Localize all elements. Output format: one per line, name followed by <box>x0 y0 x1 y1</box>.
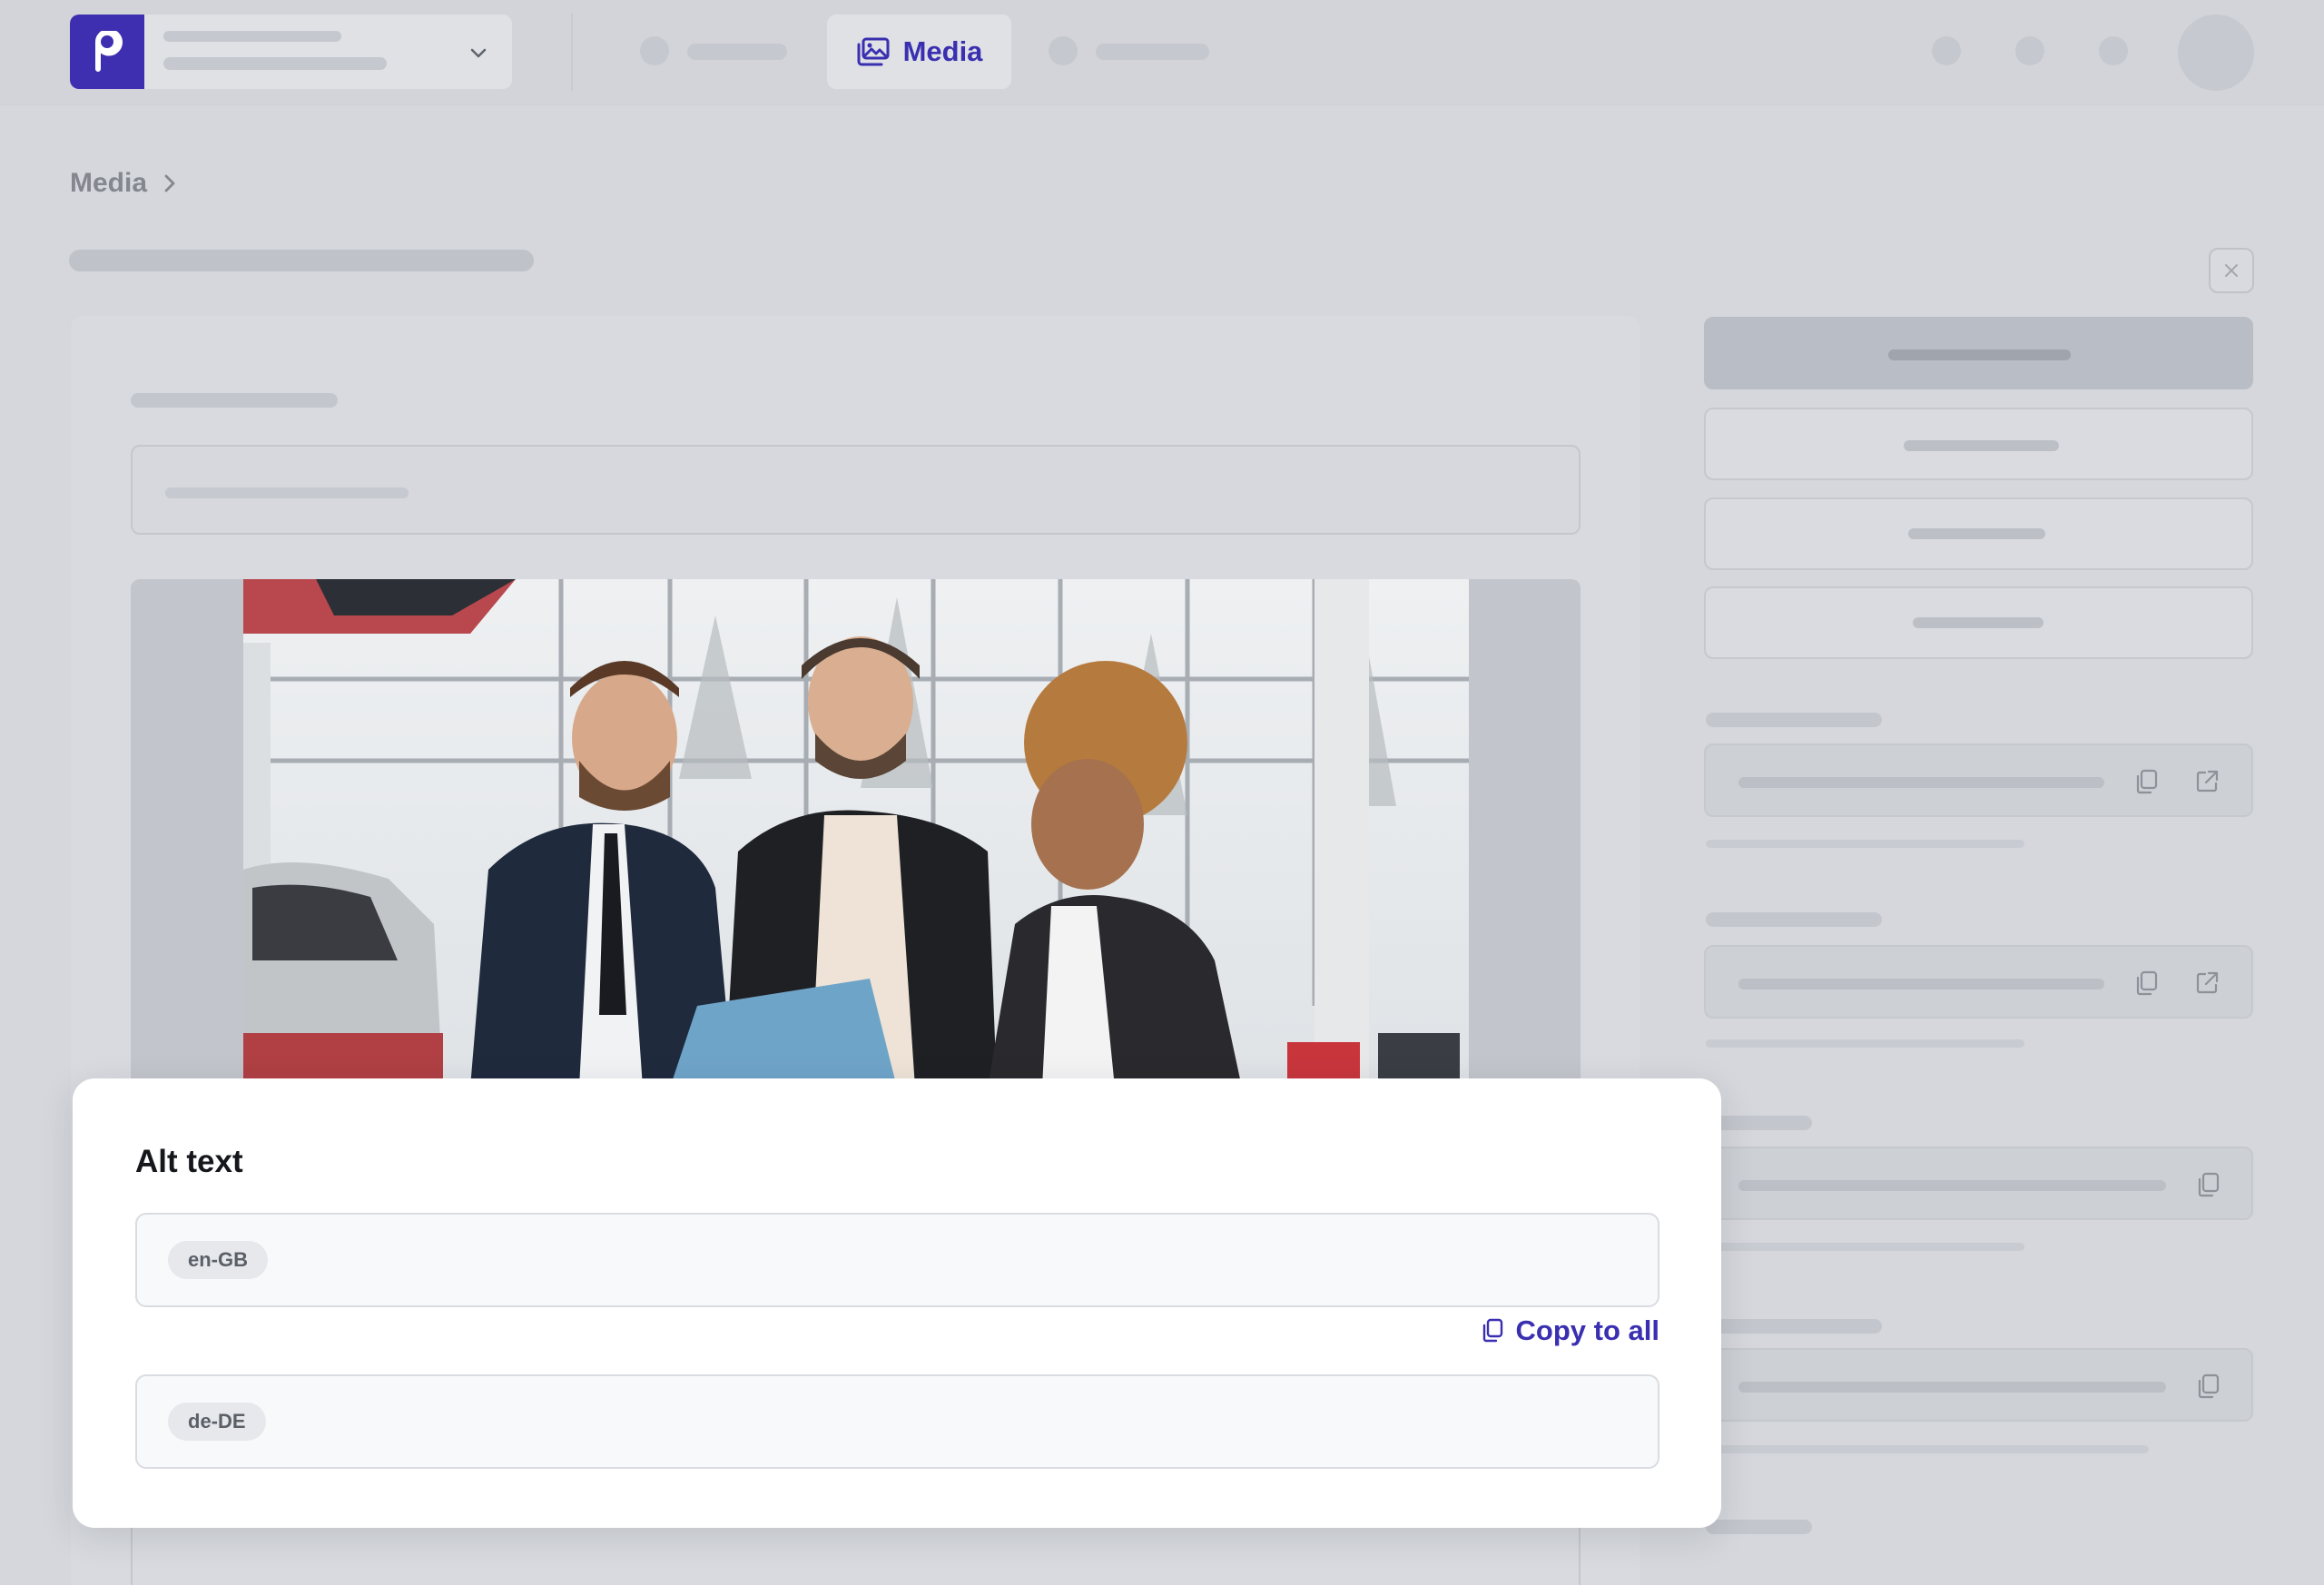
locale-badge-de-de: de-DE <box>168 1403 266 1441</box>
nav-item-1-label-placeholder[interactable] <box>687 44 787 60</box>
primary-action-button[interactable] <box>1704 317 2253 389</box>
brand-logo-icon <box>95 31 123 72</box>
field-4-label-placeholder <box>1706 1319 1882 1334</box>
locale-badge-en-gb: en-GB <box>168 1241 268 1279</box>
nav-item-media[interactable]: Media <box>827 15 1011 89</box>
nav-item-1-icon[interactable] <box>640 36 669 65</box>
primary-action-label-placeholder <box>1888 349 2071 360</box>
action-button-3-label-placeholder <box>1908 528 2045 539</box>
url-field-1-label-placeholder <box>1706 713 1882 727</box>
workspace-subtitle-placeholder <box>163 57 387 70</box>
action-button-2-label-placeholder <box>1904 440 2059 451</box>
copy-icon[interactable] <box>2132 767 2162 796</box>
field-3[interactable] <box>1704 1147 2253 1220</box>
copy-icon <box>1482 1318 1502 1343</box>
action-button-3[interactable] <box>1704 497 2253 570</box>
page-title-placeholder <box>69 250 534 271</box>
modal-title: Alt text <box>135 1144 243 1179</box>
url-field-2-help-placeholder <box>1706 1039 2024 1048</box>
chevron-down-icon <box>470 48 487 58</box>
close-icon <box>2225 264 2238 277</box>
action-button-4[interactable] <box>1704 586 2253 659</box>
workspace-switcher[interactable] <box>70 15 512 89</box>
url-field-2-label-placeholder <box>1706 912 1882 927</box>
workspace-name-placeholder <box>163 31 341 42</box>
url-field-1-help-placeholder <box>1706 840 2024 848</box>
nav-item-3-icon[interactable] <box>1049 36 1078 65</box>
field-4-help-placeholder <box>1706 1445 2149 1453</box>
settings-icon[interactable] <box>2099 36 2128 65</box>
copy-to-all-button[interactable]: Copy to all <box>1480 1313 1659 1349</box>
action-button-2[interactable] <box>1704 408 2253 480</box>
alt-text-input-de-de[interactable]: de-DE <box>135 1374 1659 1469</box>
filename-value-placeholder <box>165 487 409 498</box>
help-icon[interactable] <box>1932 36 1961 65</box>
alt-text-modal: Alt text en-GB Copy to all de-DE <box>73 1078 1721 1528</box>
copy-icon[interactable] <box>2194 1372 2223 1401</box>
media-preview <box>131 579 1581 1088</box>
brand-logo <box>70 15 144 89</box>
breadcrumb-item-media[interactable]: Media <box>70 168 147 199</box>
field-3-value-placeholder <box>1738 1180 2166 1191</box>
url-field-1-value-placeholder <box>1738 777 2104 788</box>
action-button-4-label-placeholder <box>1913 617 2043 628</box>
chevron-right-icon <box>164 174 175 192</box>
close-button[interactable] <box>2209 248 2254 293</box>
copy-icon[interactable] <box>2194 1170 2223 1199</box>
external-link-icon[interactable] <box>2192 767 2221 796</box>
top-navigation-bar: Media <box>0 0 2324 105</box>
field-3-help-placeholder <box>1706 1243 2024 1251</box>
filename-input[interactable] <box>131 445 1581 535</box>
field-4-value-placeholder <box>1738 1382 2166 1393</box>
avatar[interactable] <box>2178 15 2254 91</box>
breadcrumb: Media <box>70 163 180 203</box>
nav-divider <box>571 13 573 91</box>
nav-item-3-label-placeholder[interactable] <box>1096 44 1209 60</box>
external-link-icon[interactable] <box>2192 969 2221 998</box>
url-field-2[interactable] <box>1704 945 2253 1019</box>
field-5-label-placeholder <box>1706 1520 1812 1534</box>
url-field-2-value-placeholder <box>1738 979 2104 989</box>
filename-label-placeholder <box>131 393 338 408</box>
field-3-label-placeholder <box>1706 1116 1812 1130</box>
url-field-1[interactable] <box>1704 743 2253 817</box>
field-4[interactable] <box>1704 1348 2253 1422</box>
alt-text-input-en-gb[interactable]: en-GB <box>135 1213 1659 1307</box>
media-preview-image <box>243 579 1469 1088</box>
media-icon <box>857 37 890 66</box>
copy-icon[interactable] <box>2132 969 2162 998</box>
copy-to-all-label: Copy to all <box>1515 1314 1659 1346</box>
nav-item-media-label: Media <box>902 35 983 67</box>
notifications-icon[interactable] <box>2015 36 2044 65</box>
